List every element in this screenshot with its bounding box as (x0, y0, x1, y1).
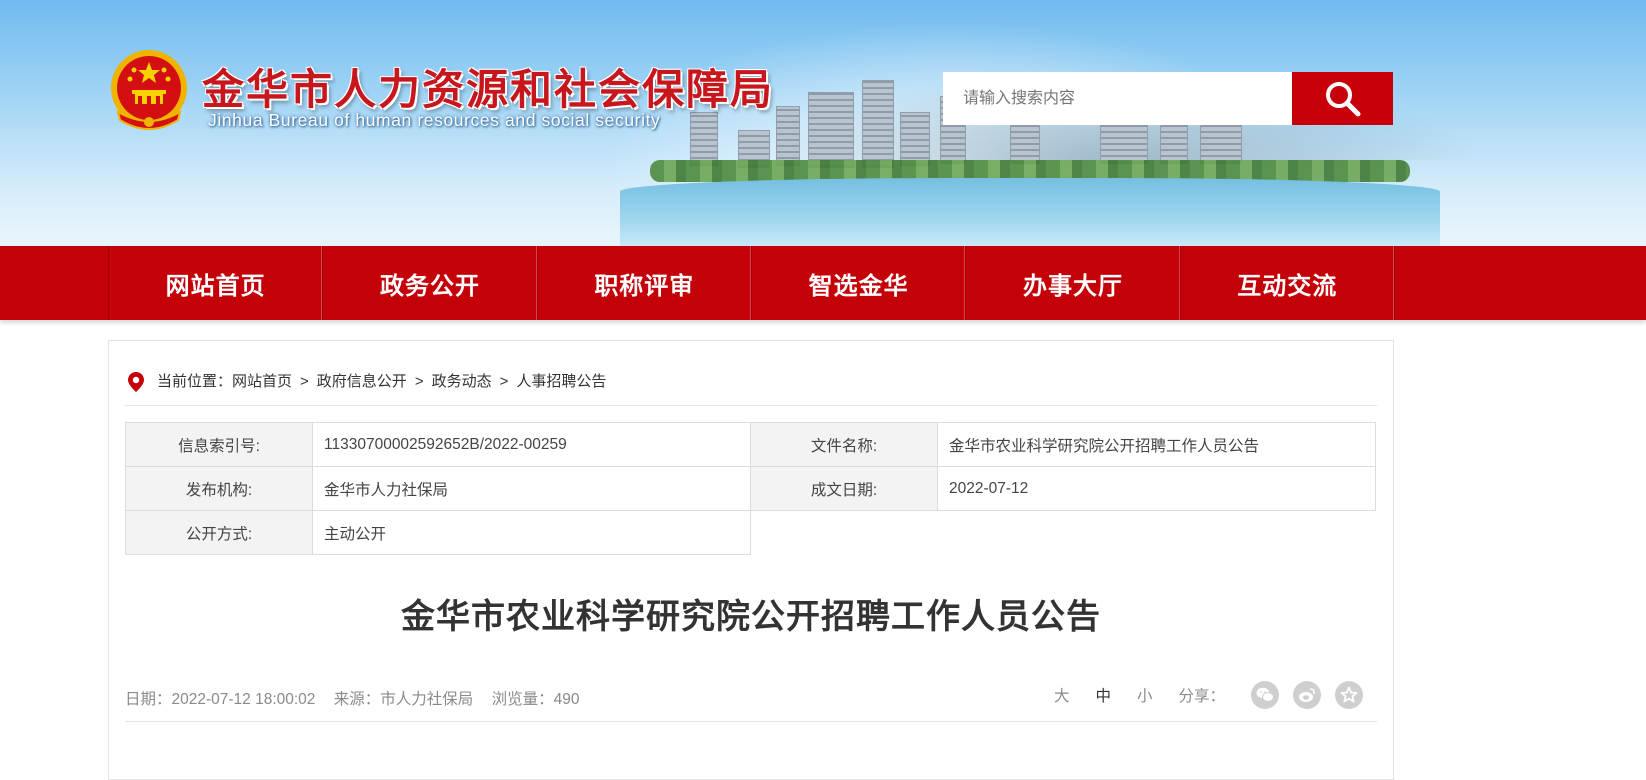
search-button[interactable] (1292, 72, 1393, 125)
content-panel: 当前位置： 网站首页 > 政府信息公开 > 政务动态 > 人事招聘公告 信息索引… (108, 340, 1394, 780)
share-label: 分享： (1178, 688, 1225, 705)
breadcrumb-item-home[interactable]: 网站首页 (232, 371, 292, 393)
content-divider (125, 721, 1377, 722)
breadcrumb-separator: > (300, 373, 309, 390)
article-tools: 大 中 小 分享： (1054, 681, 1363, 709)
favorite-share-button[interactable] (1335, 681, 1363, 709)
nav-item-interaction[interactable]: 互动交流 (1181, 246, 1395, 320)
site-subtitle: Jinhua Bureau of human resources and soc… (208, 110, 661, 130)
article-title: 金华市农业科学研究院公开招聘工作人员公告 (401, 598, 1101, 636)
font-size-medium-button[interactable]: 中 (1095, 684, 1111, 706)
weibo-icon (1299, 688, 1315, 702)
open-method-label: 公开方式: (125, 510, 313, 555)
nav-item-home[interactable]: 网站首页 (109, 246, 324, 320)
banner-building (862, 80, 894, 168)
header-banner: 金华市人力资源和社会保障局 Jinhua Bureau of human res… (0, 0, 1646, 246)
site-title: 金华市人力资源和社会保障局 (202, 68, 775, 114)
breadcrumb-separator: > (414, 373, 424, 390)
banner-river (620, 178, 1440, 246)
document-meta-table: 信息索引号: 11330700002592652B/2022-00259 文件名… (125, 422, 1376, 555)
nav-item-title-review[interactable]: 职称评审 (538, 246, 752, 320)
weibo-share-button[interactable] (1293, 681, 1321, 709)
open-method-value: 主动公开 (312, 510, 751, 555)
doc-name-value: 金华市农业科学研究院公开招聘工作人员公告 (937, 422, 1376, 467)
banner-building (808, 92, 854, 168)
table-row: 信息索引号: 11330700002592652B/2022-00259 文件名… (125, 422, 1376, 467)
breadcrumb-item-recruitment[interactable]: 人事招聘公告 (516, 371, 606, 393)
search-icon (1325, 81, 1360, 116)
article-source: 来源：市人力社保局 (333, 691, 474, 708)
wechat-icon (1256, 687, 1274, 702)
article-info: 日期：2022-07-12 18:00:02 来源：市人力社保局 浏览量：490 (125, 687, 593, 709)
national-emblem-icon (111, 50, 187, 130)
table-row: 公开方式: 主动公开 (125, 510, 1376, 555)
banner-building (776, 106, 800, 166)
date-label: 成文日期: (750, 466, 938, 511)
article-date: 日期：2022-07-12 18:00:02 (125, 691, 316, 708)
font-size-small-button[interactable]: 小 (1137, 684, 1153, 706)
nav-item-smart-jinhua[interactable]: 智选金华 (752, 246, 967, 320)
breadcrumb-prefix: 当前位置： (157, 373, 233, 390)
banner-building (1200, 122, 1242, 164)
doc-name-label: 文件名称: (750, 422, 938, 467)
favorite-icon (1340, 686, 1358, 703)
breadcrumb-item-news[interactable]: 政务动态 (432, 371, 492, 393)
font-size-large-button[interactable]: 大 (1054, 684, 1070, 706)
breadcrumb: 当前位置： 网站首页 > 政府信息公开 > 政务动态 > 人事招聘公告 (125, 371, 1377, 406)
index-label: 信息索引号: (125, 422, 313, 467)
banner-building (690, 112, 718, 166)
nav-item-government-affairs[interactable]: 政务公开 (323, 246, 538, 320)
index-value: 11330700002592652B/2022-00259 (312, 422, 751, 467)
empty-cell (750, 510, 1376, 555)
table-row: 发布机构: 金华市人力社保局 成文日期: 2022-07-12 (125, 466, 1376, 511)
nav-item-service-hall[interactable]: 办事大厅 (966, 246, 1181, 320)
search-input[interactable] (943, 72, 1292, 125)
wechat-share-button[interactable] (1251, 681, 1279, 709)
publisher-label: 发布机构: (125, 466, 313, 511)
main-nav: 网站首页 政务公开 职称评审 智选金华 办事大厅 互动交流 (0, 246, 1646, 320)
publisher-value: 金华市人力社保局 (312, 466, 751, 511)
breadcrumb-item-gov-info[interactable]: 政府信息公开 (317, 371, 407, 393)
location-pin-icon (128, 372, 144, 392)
breadcrumb-separator: > (499, 373, 509, 390)
banner-building (900, 112, 930, 166)
article-views: 浏览量：490 (491, 691, 580, 708)
date-value: 2022-07-12 (937, 466, 1376, 511)
